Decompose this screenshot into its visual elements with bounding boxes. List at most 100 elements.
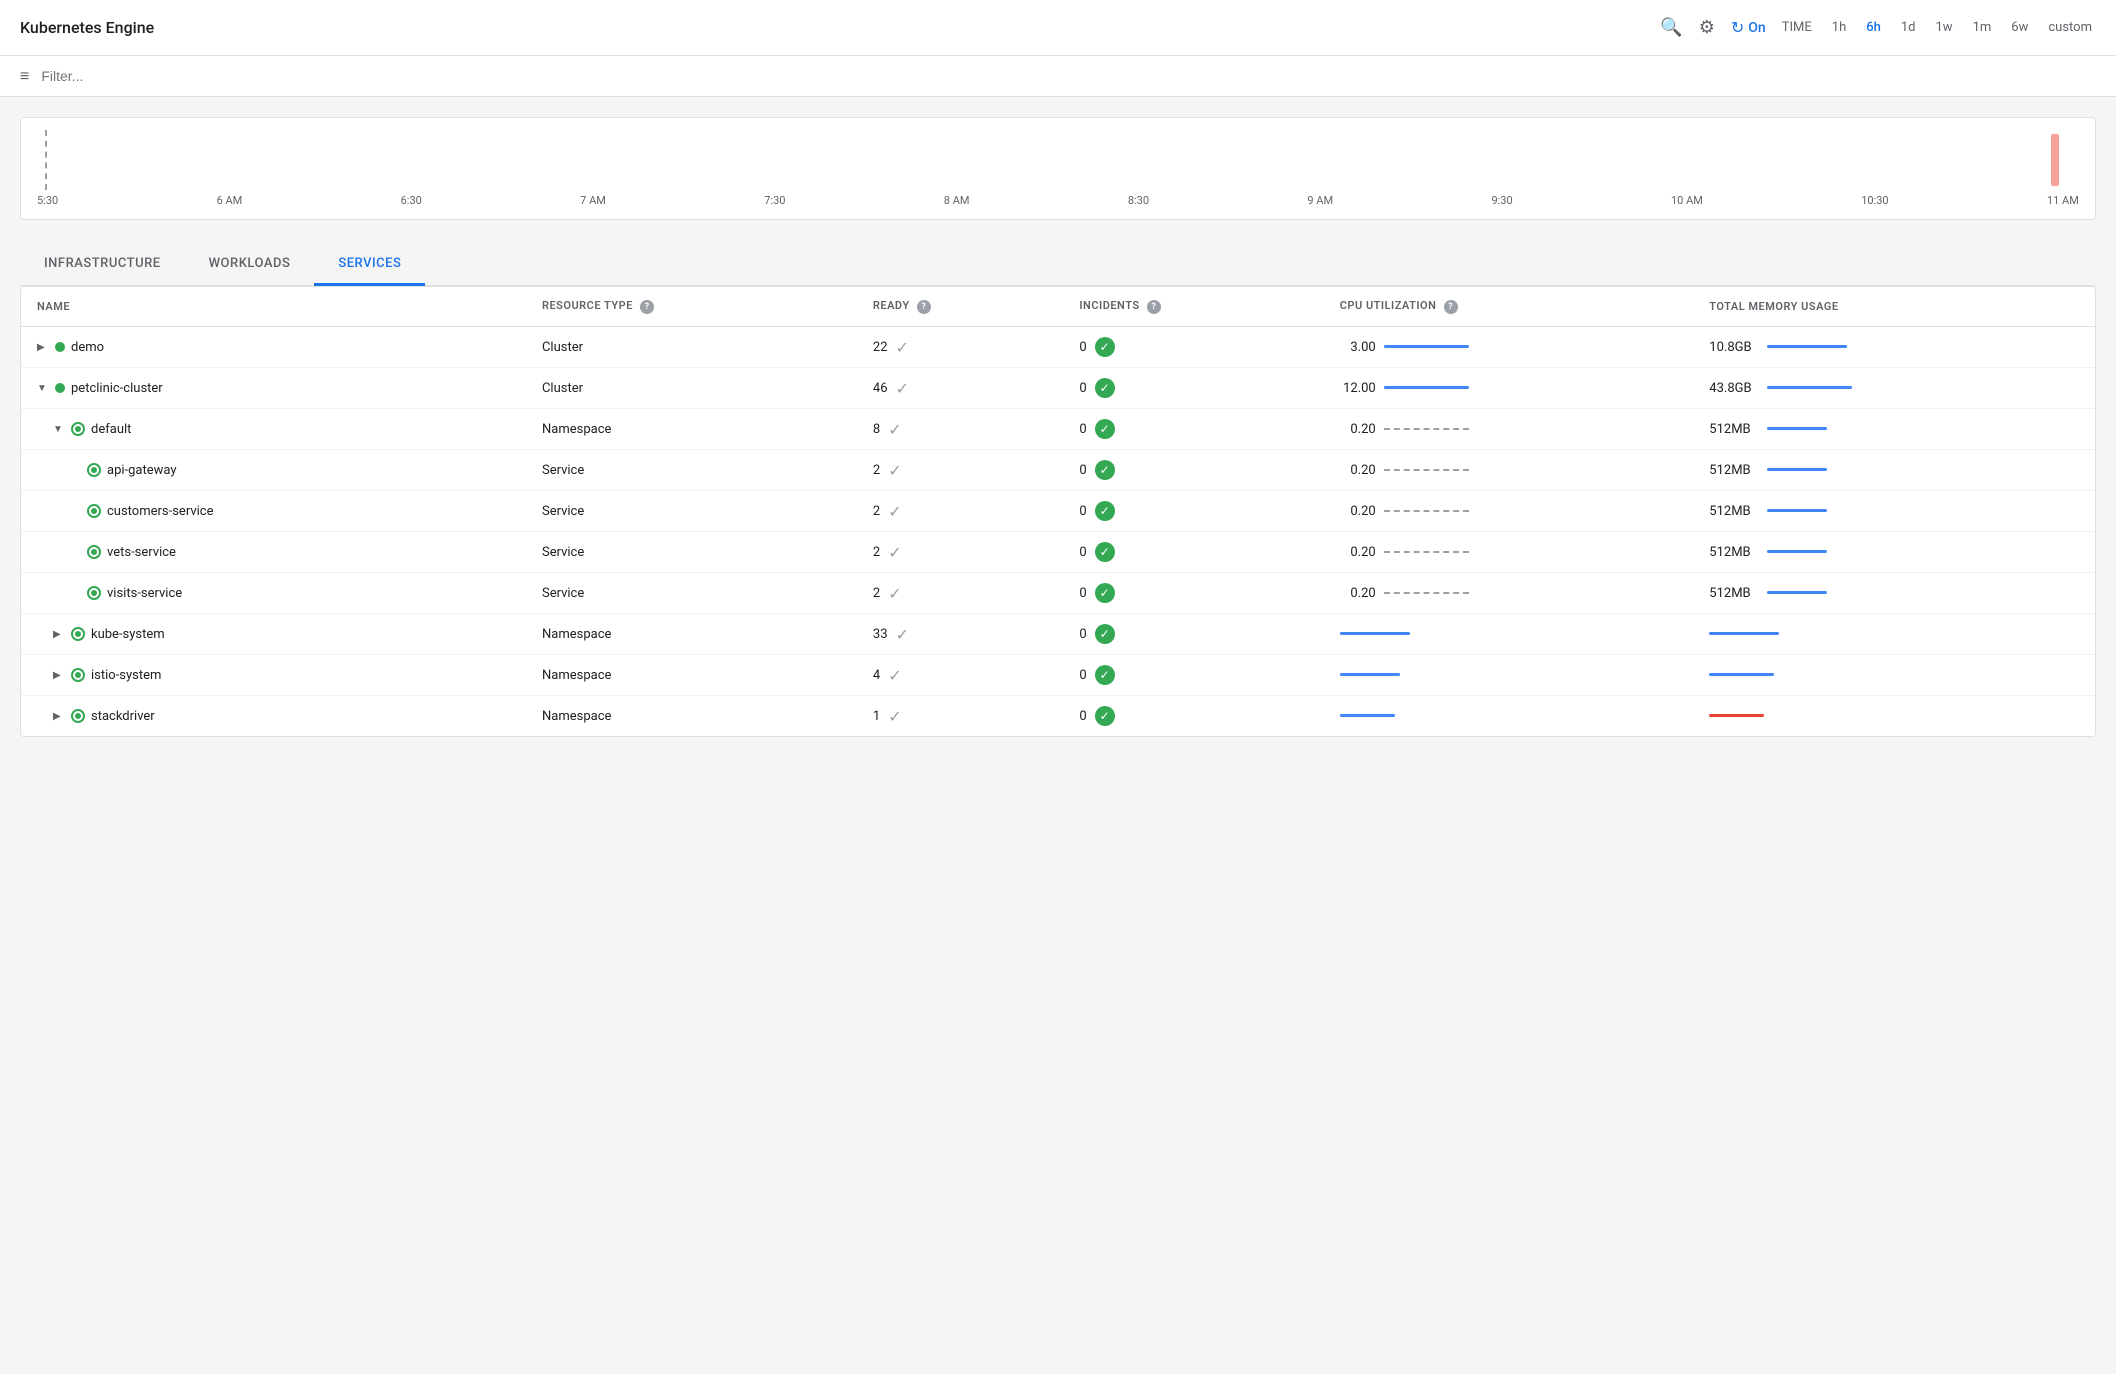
time-option-6h[interactable]: 6h: [1862, 16, 1885, 39]
help-cpu[interactable]: ?: [1444, 300, 1458, 314]
incidents-cell: 0 ✓: [1063, 368, 1323, 409]
memory-cell: 43.8GB: [1693, 368, 2095, 409]
incidents-value: 0 ✓: [1079, 337, 1307, 357]
incidents-count: 0: [1079, 586, 1086, 601]
memory-cell: 512MB: [1693, 409, 2095, 450]
cpu-cell: 0.20: [1324, 409, 1694, 450]
incidents-cell: 0 ✓: [1063, 450, 1323, 491]
resource-type-cell: Namespace: [526, 655, 857, 696]
status-ring-inner: [91, 508, 97, 514]
name-cell: ▶ kube-system: [21, 614, 526, 655]
mem-bar-fill: [1767, 386, 1852, 389]
cpu-bar-fill: [1384, 345, 1469, 348]
time-option-1h[interactable]: 1h: [1828, 16, 1850, 39]
memory-value-row: [1709, 712, 2079, 720]
help-resource-type[interactable]: ?: [640, 300, 654, 314]
cpu-dashed-bar: [1384, 428, 1469, 430]
table-row: ▶ stackdriver Namespace 1 ✓ 0 ✓: [21, 696, 2095, 737]
tabs: INFRASTRUCTURE WORKLOADS SERVICES: [20, 244, 2096, 286]
expand-arrow[interactable]: ▶: [53, 629, 65, 640]
memory-value: 512MB: [1709, 463, 1759, 478]
incidents-value: 0 ✓: [1079, 624, 1307, 644]
time-option-6w[interactable]: 6w: [2007, 16, 2032, 39]
time-option-custom[interactable]: custom: [2044, 16, 2096, 39]
time-option-1d[interactable]: 1d: [1897, 16, 1920, 39]
incidents-value: 0 ✓: [1079, 378, 1307, 398]
resource-type-cell: Service: [526, 573, 857, 614]
cpu-value-row: [1340, 712, 1678, 720]
ok-icon: ✓: [1095, 419, 1115, 439]
help-incidents[interactable]: ?: [1147, 300, 1161, 314]
name-cell: ▼ default: [21, 409, 526, 450]
memory-value-row: [1709, 630, 2079, 638]
time-option-1w[interactable]: 1w: [1932, 16, 1957, 39]
collapse-arrow[interactable]: ▼: [37, 383, 49, 394]
incidents-cell: 0 ✓: [1063, 409, 1323, 450]
ready-count: 4: [873, 668, 880, 683]
ok-icon: ✓: [1095, 583, 1115, 603]
collapse-arrow[interactable]: ▼: [53, 424, 65, 435]
filter-input[interactable]: [41, 68, 2096, 84]
cpu-value-row: 0.20: [1340, 545, 1678, 560]
status-ring: [87, 545, 101, 559]
row-name: petclinic-cluster: [71, 381, 163, 396]
incidents-cell: 0 ✓: [1063, 491, 1323, 532]
ready-cell: 2 ✓: [857, 491, 1064, 532]
ready-cell: 46 ✓: [857, 368, 1064, 409]
tab-workloads[interactable]: WORKLOADS: [185, 244, 315, 286]
name-row: ▶ stackdriver: [37, 709, 510, 724]
row-name: api-gateway: [107, 463, 177, 478]
time-option-1m[interactable]: 1m: [1969, 16, 1996, 39]
cpu-bar: [1384, 466, 1469, 474]
incidents-count: 0: [1079, 504, 1086, 519]
ready-cell: 33 ✓: [857, 614, 1064, 655]
status-ring-inner: [75, 631, 81, 637]
incidents-value: 0 ✓: [1079, 583, 1307, 603]
row-name: kube-system: [91, 627, 165, 642]
mem-bar: [1767, 343, 1847, 351]
expand-arrow[interactable]: ▶: [37, 342, 49, 353]
tab-services[interactable]: SERVICES: [314, 244, 425, 286]
cpu-bar-fill: [1384, 386, 1469, 389]
cpu-value-row: [1340, 671, 1678, 679]
name-row: api-gateway: [37, 463, 510, 478]
settings-icon[interactable]: ⚙: [1699, 17, 1715, 38]
status-ring-inner: [91, 590, 97, 596]
expand-arrow[interactable]: ▶: [53, 711, 65, 722]
cpu-value: 0.20: [1340, 422, 1376, 437]
cpu-cell: [1324, 614, 1694, 655]
filter-bar: ≡: [0, 56, 2116, 97]
mem-bar-fill: [1709, 714, 1764, 717]
table-row: visits-service Service 2 ✓ 0 ✓ 0.20 512M…: [21, 573, 2095, 614]
incidents-cell: 0 ✓: [1063, 532, 1323, 573]
incidents-cell: 0 ✓: [1063, 655, 1323, 696]
incidents-value: 0 ✓: [1079, 460, 1307, 480]
incidents-count: 0: [1079, 627, 1086, 642]
name-row: ▶ demo: [37, 340, 510, 355]
cpu-dashed-bar: [1384, 510, 1469, 512]
refresh-button[interactable]: ↻ On: [1731, 18, 1766, 37]
incidents-cell: 0 ✓: [1063, 614, 1323, 655]
ready-cell: 2 ✓: [857, 450, 1064, 491]
checkmark-icon: ✓: [896, 625, 909, 644]
time-label-7am: 7 AM: [580, 194, 606, 207]
timeline-dashed-line: [45, 130, 47, 190]
checkmark-icon: ✓: [896, 338, 909, 357]
row-name: demo: [71, 340, 104, 355]
help-ready[interactable]: ?: [917, 300, 931, 314]
cpu-value-row: 12.00: [1340, 381, 1678, 396]
memory-value: 512MB: [1709, 422, 1759, 437]
incidents-count: 0: [1079, 668, 1086, 683]
mem-bar-fill: [1767, 427, 1827, 430]
incidents-cell: 0 ✓: [1063, 696, 1323, 737]
status-ring: [71, 627, 85, 641]
cpu-value-row: [1340, 630, 1678, 638]
tab-infrastructure[interactable]: INFRASTRUCTURE: [20, 244, 185, 286]
expand-arrow[interactable]: ▶: [53, 670, 65, 681]
ready-cell: 22 ✓: [857, 327, 1064, 368]
row-name: istio-system: [91, 668, 161, 683]
cpu-value: 3.00: [1340, 340, 1376, 355]
search-icon[interactable]: 🔍: [1660, 17, 1682, 38]
col-resource-type: RESOURCE TYPE ?: [526, 287, 857, 327]
table-row: ▼ petclinic-cluster Cluster 46 ✓ 0 ✓ 12.…: [21, 368, 2095, 409]
